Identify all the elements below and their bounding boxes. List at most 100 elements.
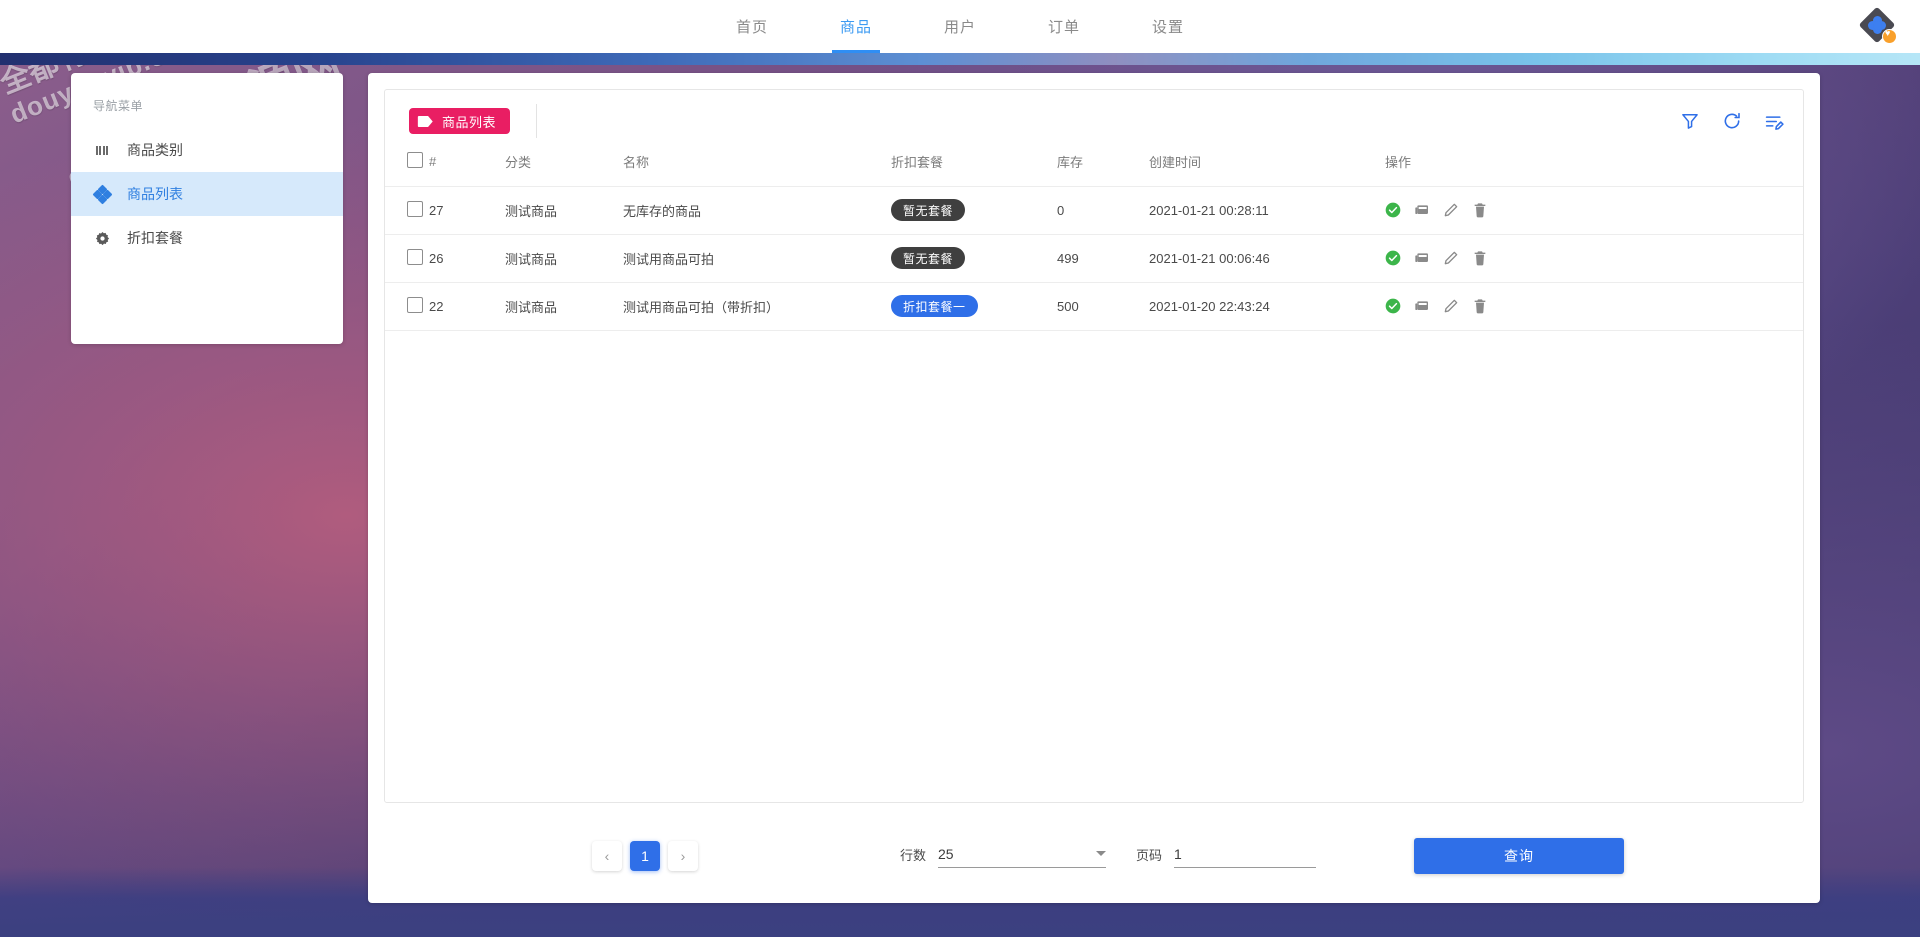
row-checkbox[interactable]: [407, 200, 423, 217]
main-content-card: 商品列表 # 分类 名称 折扣套餐 库存 创建时间 操作 27 测试商品 无库存…: [368, 73, 1820, 903]
page-number-field: 页码 1: [1136, 845, 1317, 868]
cell-stock: 500: [1057, 282, 1149, 331]
column-header-id[interactable]: #: [429, 152, 505, 187]
panel-title-text: 商品列表: [442, 114, 497, 130]
page-number-value: 1: [1174, 845, 1182, 862]
product-table: # 分类 名称 折扣套餐 库存 创建时间 操作 27 测试商品 无库存的商品 暂…: [385, 152, 1803, 331]
cell-combo: 暂无套餐: [891, 234, 1057, 283]
cell-combo: 暂无套餐: [891, 186, 1057, 235]
sidebar-item-discount-package[interactable]: 折扣套餐: [71, 216, 343, 260]
row-checkbox[interactable]: [407, 248, 423, 265]
card-icon[interactable]: [1414, 298, 1430, 314]
row-select-cell: [385, 282, 429, 331]
cell-category: 测试商品: [505, 186, 623, 235]
column-header-actions: 操作: [1385, 152, 1803, 187]
tag-icon: [417, 115, 433, 127]
chevron-down-icon: [1096, 851, 1107, 856]
row-select-cell: [385, 234, 429, 283]
sidebar-list: 商品类别 商品列表 折扣套餐: [71, 128, 343, 260]
edit-icon[interactable]: [1443, 250, 1459, 266]
enable-icon[interactable]: [1385, 202, 1401, 218]
column-header-name[interactable]: 名称: [623, 152, 891, 187]
edit-icon[interactable]: [1443, 202, 1459, 218]
nav-item-orders[interactable]: 订单: [1012, 0, 1116, 53]
rows-per-page-value: 25: [938, 845, 954, 862]
grid-icon: [93, 141, 111, 159]
top-app-bar: 首页 商品 用户 订单 设置: [0, 0, 1920, 53]
table-head: # 分类 名称 折扣套餐 库存 创建时间 操作: [385, 152, 1803, 187]
page-number-input[interactable]: 1: [1174, 845, 1317, 868]
row-select-cell: [385, 186, 429, 235]
edit-list-icon[interactable]: [1763, 110, 1785, 132]
enable-icon[interactable]: [1385, 298, 1401, 314]
sidebar-item-product-category[interactable]: 商品类别: [71, 128, 343, 172]
row-checkbox[interactable]: [407, 296, 423, 313]
rows-per-page-label: 行数: [900, 847, 927, 863]
cell-actions: [1385, 282, 1803, 331]
table-body: 27 测试商品 无库存的商品 暂无套餐 0 2021-01-21 00:28:1…: [385, 186, 1803, 331]
cell-category: 测试商品: [505, 234, 623, 283]
select-all-checkbox[interactable]: [407, 152, 423, 169]
product-list-panel: 商品列表 # 分类 名称 折扣套餐 库存 创建时间 操作 27 测试商品 无库存…: [384, 89, 1804, 803]
main-nav: 首页 商品 用户 订单 设置: [700, 0, 1220, 53]
nav-item-settings[interactable]: 设置: [1116, 0, 1220, 53]
filter-icon[interactable]: [1679, 110, 1701, 132]
panel-toolbar: 商品列表: [385, 90, 1803, 152]
refresh-icon[interactable]: [1721, 110, 1743, 132]
cell-actions: [1385, 234, 1803, 283]
next-page-button[interactable]: ›: [668, 841, 698, 871]
column-header-created[interactable]: 创建时间: [1149, 152, 1385, 187]
query-button[interactable]: 查询: [1414, 838, 1625, 874]
nav-item-label: 用户: [943, 19, 976, 36]
delete-icon[interactable]: [1472, 298, 1488, 314]
table-header-row: # 分类 名称 折扣套餐 库存 创建时间 操作: [385, 152, 1803, 187]
sidebar-title: 导航菜单: [93, 99, 144, 113]
toolbar-divider: [536, 104, 538, 138]
logo-heart-badge-icon: [1883, 27, 1896, 43]
nav-item-home[interactable]: 首页: [700, 0, 804, 53]
cell-actions: [1385, 186, 1803, 235]
table-row[interactable]: 27 测试商品 无库存的商品 暂无套餐 0 2021-01-21 00:28:1…: [385, 186, 1803, 235]
prev-page-button[interactable]: ‹: [592, 841, 622, 871]
panel-title-badge: 商品列表: [409, 108, 511, 134]
cell-name: 测试用商品可拍（带折扣）: [623, 282, 891, 331]
cell-name: 无库存的商品: [623, 186, 891, 235]
panel-tool-buttons: [1679, 110, 1785, 132]
panel-footer: ‹ 1 › 行数 25 页码 1 查询: [384, 825, 1804, 887]
sidebar-item-label: 商品类别: [127, 142, 183, 158]
nav-item-users[interactable]: 用户: [908, 0, 1012, 53]
table-row[interactable]: 26 测试商品 测试用商品可拍 暂无套餐 499 2021-01-21 00:0…: [385, 234, 1803, 283]
edit-icon[interactable]: [1443, 298, 1459, 314]
cell-created: 2021-01-20 22:43:24: [1149, 282, 1385, 331]
combo-badge: 折扣套餐一: [891, 295, 978, 317]
logo-petals: [1868, 16, 1886, 34]
cell-id: 26: [429, 234, 505, 283]
nav-item-label: 首页: [735, 19, 768, 36]
cell-created: 2021-01-21 00:06:46: [1149, 234, 1385, 283]
gear-icon: [93, 229, 111, 247]
sidebar-item-label: 折扣套餐: [127, 230, 183, 246]
page-number-label: 页码: [1136, 847, 1163, 863]
card-icon[interactable]: [1414, 202, 1430, 218]
enable-icon[interactable]: [1385, 250, 1401, 266]
sidebar-item-label: 商品列表: [127, 186, 183, 202]
select-all-header: [385, 152, 429, 187]
header-gradient-strip: [0, 53, 1920, 65]
cell-id: 27: [429, 186, 505, 235]
rows-per-page-select[interactable]: 25: [938, 845, 1107, 868]
column-header-category[interactable]: 分类: [505, 152, 623, 187]
table-row[interactable]: 22 测试商品 测试用商品可拍（带折扣） 折扣套餐一 500 2021-01-2…: [385, 282, 1803, 331]
pagination: ‹ 1 ›: [592, 841, 698, 871]
column-header-combo[interactable]: 折扣套餐: [891, 152, 1057, 187]
app-logo-icon[interactable]: [1858, 6, 1896, 44]
delete-icon[interactable]: [1472, 250, 1488, 266]
delete-icon[interactable]: [1472, 202, 1488, 218]
cell-stock: 0: [1057, 186, 1149, 235]
page-number-button[interactable]: 1: [630, 841, 660, 871]
sidebar-item-product-list[interactable]: 商品列表: [71, 172, 343, 216]
column-header-stock[interactable]: 库存: [1057, 152, 1149, 187]
combo-badge: 暂无套餐: [891, 247, 966, 269]
card-icon[interactable]: [1414, 250, 1430, 266]
combo-badge: 暂无套餐: [891, 199, 966, 221]
nav-item-products[interactable]: 商品: [804, 0, 908, 53]
